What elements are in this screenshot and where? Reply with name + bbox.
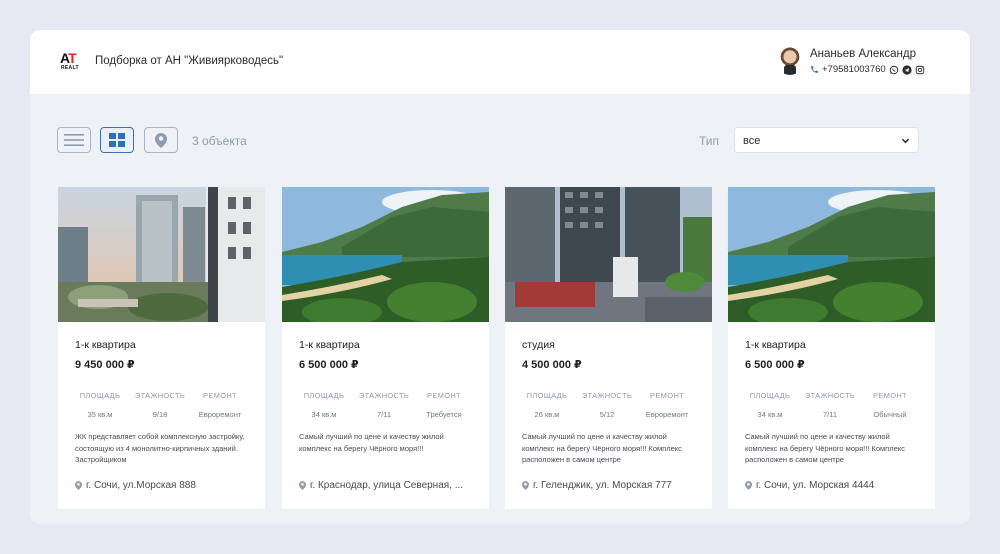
listing-type: 1-к квартира xyxy=(299,339,360,351)
map-view-button[interactable] xyxy=(144,127,178,153)
type-filter-select[interactable]: все xyxy=(734,127,919,153)
spec-floors-value: 9/18 xyxy=(152,410,168,419)
grid-view-button[interactable] xyxy=(100,127,134,153)
spec-repair-label: РЕМОНТ xyxy=(873,391,907,400)
agent-name: Ананьев Александр xyxy=(810,48,916,60)
instagram-icon[interactable] xyxy=(915,65,925,75)
telegram-icon[interactable] xyxy=(902,64,912,75)
listing-address-text: г. Краснодар, улица Северная, ... xyxy=(310,480,464,491)
spec-area-value: 26 кв.м xyxy=(534,410,560,419)
spec-repair-label: РЕМОНТ xyxy=(427,391,461,400)
spec-floors-label: ЭТАЖНОСТЬ xyxy=(804,391,856,400)
spec-area-value: 34 кв.м xyxy=(757,410,783,419)
listing-address-text: г. Сочи, ул.Морская 888 xyxy=(86,480,196,491)
avatar xyxy=(776,47,804,75)
listing-description: ЖК представляет собой комплексную застро… xyxy=(75,432,245,464)
spec-area-label: ПЛОЩАДЬ xyxy=(526,391,568,400)
spec-repair-value: Обычный xyxy=(873,410,907,419)
listing-price: 4 500 000 ₽ xyxy=(522,359,582,371)
listing-photo[interactable] xyxy=(728,187,935,322)
listing-photo[interactable] xyxy=(282,187,489,322)
listing-description: Самый лучший по цене и качеству жилой ко… xyxy=(299,432,444,453)
spec-floors-value: 5/12 xyxy=(599,410,615,419)
listing-card[interactable]: 1-к квартира 9 450 000 ₽ ПЛОЩАДЬ ЭТАЖНОС… xyxy=(58,187,265,509)
location-pin-icon xyxy=(522,481,529,490)
spec-repair-label: РЕМОНТ xyxy=(203,391,237,400)
app-frame: AT REALT Подборка от АН "Живиярководесь"… xyxy=(30,30,970,524)
spec-area-label: ПЛОЩАДЬ xyxy=(79,391,121,400)
agent-phone[interactable]: +79581003760 xyxy=(822,64,886,75)
listing-address: г. Геленджик, ул. Морская 777 xyxy=(522,480,702,491)
agent-contacts: +79581003760 xyxy=(810,64,925,75)
spec-floors-label: ЭТАЖНОСТЬ xyxy=(358,391,410,400)
listing-type: студия xyxy=(522,339,555,351)
listing-card[interactable]: 1-к квартира 6 500 000 ₽ ПЛОЩАДЬ ЭТАЖНОС… xyxy=(282,187,489,509)
spec-area-value: 35 кв.м xyxy=(87,410,113,419)
toolbar: 3 объекта Тип все xyxy=(30,94,970,184)
agency-logo: AT REALT xyxy=(60,50,79,71)
listing-type: 1-к квартира xyxy=(745,339,806,351)
location-pin-icon xyxy=(75,481,82,490)
spec-repair-value: Евроремонт xyxy=(198,410,242,419)
listing-type: 1-к квартира xyxy=(75,339,136,351)
spec-area-label: ПЛОЩАДЬ xyxy=(303,391,345,400)
phone-icon[interactable] xyxy=(810,65,819,74)
listing-address-text: г. Сочи, ул. Морская 4444 xyxy=(756,480,875,491)
whatsapp-icon[interactable] xyxy=(889,65,899,75)
type-filter-value: все xyxy=(743,135,761,147)
spec-repair-value: Требуется xyxy=(426,410,462,419)
listing-card[interactable]: 1-к квартира 6 500 000 ₽ ПЛОЩАДЬ ЭТАЖНОС… xyxy=(728,187,935,509)
listing-photo[interactable] xyxy=(58,187,265,322)
listing-address: г. Сочи, ул.Морская 888 xyxy=(75,480,255,491)
results-count: 3 объекта xyxy=(192,134,247,148)
listing-description: Самый лучший по цене и качеству жилой ко… xyxy=(745,432,905,464)
spec-floors-label: ЭТАЖНОСТЬ xyxy=(581,391,633,400)
type-filter-label: Тип xyxy=(699,134,720,148)
grid-icon xyxy=(109,133,125,147)
page-title: Подборка от АН "Живиярководесь" xyxy=(95,55,284,67)
spec-repair-label: РЕМОНТ xyxy=(650,391,684,400)
list-icon xyxy=(64,134,84,146)
spec-repair-value: Евроремонт xyxy=(645,410,689,419)
listing-card[interactable]: студия 4 500 000 ₽ ПЛОЩАДЬ ЭТАЖНОСТЬ РЕМ… xyxy=(505,187,712,509)
spec-floors-value: 7/11 xyxy=(376,410,392,419)
listing-address: г. Краснодар, улица Северная, ... xyxy=(299,480,479,491)
location-pin-icon xyxy=(299,481,306,490)
listing-address: г. Сочи, ул. Морская 4444 xyxy=(745,480,925,491)
spec-floors-label: ЭТАЖНОСТЬ xyxy=(134,391,186,400)
map-pin-icon xyxy=(155,132,167,148)
listing-price: 6 500 000 ₽ xyxy=(299,359,359,371)
list-view-button[interactable] xyxy=(57,127,91,153)
listing-photo[interactable] xyxy=(505,187,712,322)
listing-price: 9 450 000 ₽ xyxy=(75,359,135,371)
spec-area-label: ПЛОЩАДЬ xyxy=(749,391,791,400)
listing-address-text: г. Геленджик, ул. Морская 777 xyxy=(533,480,672,491)
chevron-down-icon xyxy=(901,138,910,144)
location-pin-icon xyxy=(745,481,752,490)
spec-floors-value: 7/11 xyxy=(822,410,838,419)
header: AT REALT Подборка от АН "Живиярководесь"… xyxy=(30,30,970,94)
listing-price: 6 500 000 ₽ xyxy=(745,359,805,371)
listing-description: Самый лучший по цене и качеству жилой ко… xyxy=(522,432,682,464)
spec-area-value: 34 кв.м xyxy=(311,410,337,419)
